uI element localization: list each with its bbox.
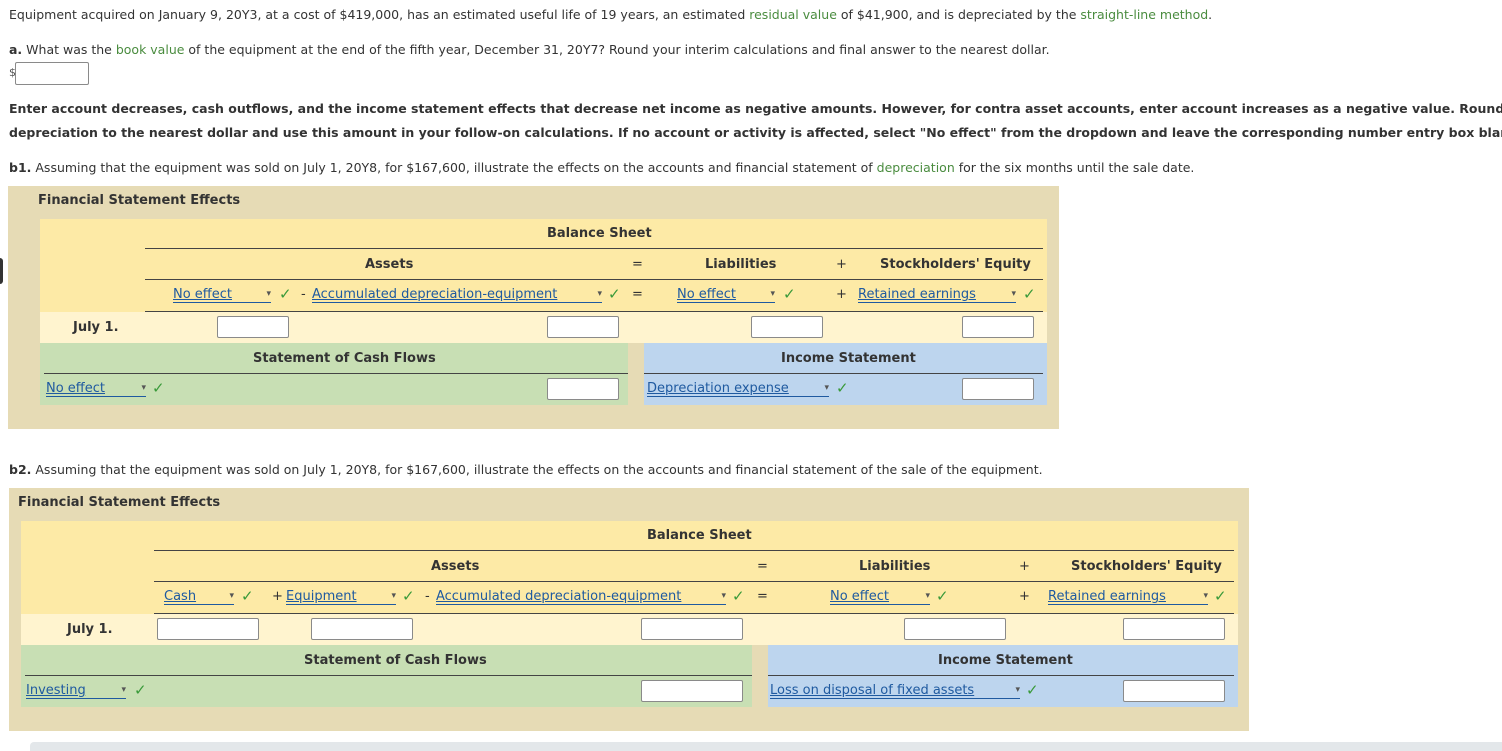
t2-eq-sign: = (757, 559, 768, 574)
t1-row-area (40, 312, 1047, 343)
t1-line (644, 373, 1043, 374)
t2-cash-select[interactable]: Investing ▾ (26, 683, 126, 699)
t2-income-input[interactable] (1123, 680, 1225, 702)
t1-cash-select[interactable]: No effect ▾ (46, 381, 146, 397)
t2-cash-input[interactable] (641, 680, 743, 702)
t1-assets-heading: Assets (365, 257, 414, 272)
intro-paragraph: Equipment acquired on January 9, 20Y3, a… (9, 7, 1213, 22)
t1-liab-input[interactable] (751, 316, 823, 338)
instructions-line1: Enter account decreases, cash outflows, … (9, 101, 1502, 116)
t2-is-heading: Income Statement (938, 653, 1073, 668)
question-b1: b1. Assuming that the equipment was sold… (9, 160, 1195, 175)
t1-equity-input[interactable] (962, 316, 1034, 338)
t1-balance-sheet-heading: Balance Sheet (547, 226, 652, 241)
t1-income-input[interactable] (962, 378, 1034, 400)
t1-income-select[interactable]: Depreciation expense ▾ (647, 381, 829, 397)
t1-row-label: July 1. (73, 320, 119, 335)
t1-eq-sign: = (632, 257, 643, 272)
t1-asset2-input[interactable] (547, 316, 619, 338)
check-icon: ✓ (279, 285, 292, 303)
t2-liabilities-heading: Liabilities (859, 559, 931, 574)
t2-asset3-input[interactable] (641, 618, 743, 640)
question-a: a. What was the book value of the equipm… (9, 42, 1050, 57)
fse-title-2: Financial Statement Effects (18, 495, 221, 510)
t1-eq-sign-2: = (632, 287, 643, 302)
instructions-line2: depreciation to the nearest dollar and u… (9, 125, 1502, 140)
t1-asset1-input[interactable] (217, 316, 289, 338)
t1-plus-sign: + (836, 257, 847, 272)
check-icon: ✓ (1026, 681, 1039, 699)
t1-equity-heading: Stockholders' Equity (880, 257, 1031, 272)
t1-scf-heading: Statement of Cash Flows (253, 351, 436, 366)
t1-plus-sign-2: + (836, 287, 847, 302)
t2-equity-input[interactable] (1123, 618, 1225, 640)
residual-value-link[interactable]: residual value (749, 7, 837, 22)
t1-minus-sign: - (301, 287, 306, 302)
t1-asset2-select[interactable]: Accumulated depreciation-equipment ▾ (312, 287, 602, 303)
check-icon: ✓ (936, 587, 949, 605)
t2-equity-heading: Stockholders' Equity (1071, 559, 1222, 574)
check-icon: ✓ (134, 681, 147, 699)
t2-line (154, 613, 1234, 614)
check-icon: ✓ (1023, 285, 1036, 303)
t2-asset2-select[interactable]: Equipment ▾ (286, 589, 396, 605)
t2-scf-heading: Statement of Cash Flows (304, 653, 487, 668)
t2-line (154, 550, 1234, 551)
t1-is-heading: Income Statement (781, 351, 916, 366)
straight-line-link[interactable]: straight-line method (1080, 7, 1208, 22)
t1-cash-input[interactable] (547, 378, 619, 400)
check-icon: ✓ (241, 587, 254, 605)
t1-line (44, 373, 628, 374)
book-value-link[interactable]: book value (116, 42, 185, 57)
t1-liab-select[interactable]: No effect ▾ (677, 287, 775, 303)
t2-income-select[interactable]: Loss on disposal of fixed assets ▾ (770, 683, 1020, 699)
check-icon: ✓ (732, 587, 745, 605)
check-icon: ✓ (152, 379, 165, 397)
t1-equity-select[interactable]: Retained earnings ▾ (858, 287, 1016, 303)
book-value-input[interactable] (15, 62, 89, 85)
check-icon: ✓ (783, 285, 796, 303)
t1-line (145, 248, 1043, 249)
t2-line (25, 675, 752, 676)
t1-line (145, 279, 1043, 280)
t2-liab-select[interactable]: No effect ▾ (830, 589, 930, 605)
t2-asset1-select[interactable]: Cash ▾ (164, 589, 234, 605)
t1-asset1-select[interactable]: No effect ▾ (173, 287, 271, 303)
t2-plus-sign-a: + (272, 589, 283, 604)
t2-asset3-select[interactable]: Accumulated depreciation-equipment ▾ (436, 589, 726, 605)
edge-marker (0, 258, 3, 284)
t2-equity-select[interactable]: Retained earnings ▾ (1048, 589, 1208, 605)
horizontal-scrollbar[interactable] (30, 742, 1502, 751)
t2-assets-heading: Assets (431, 559, 480, 574)
question-b2: b2. Assuming that the equipment was sold… (9, 462, 1043, 477)
t2-eq-sign-2: = (757, 589, 768, 604)
fse-title-1: Financial Statement Effects (38, 193, 241, 208)
check-icon: ✓ (608, 285, 621, 303)
t2-line (154, 581, 1234, 582)
t2-balance-sheet-heading: Balance Sheet (647, 528, 752, 543)
t1-liabilities-heading: Liabilities (705, 257, 777, 272)
t2-plus-sign-2: + (1019, 589, 1030, 604)
check-icon: ✓ (836, 379, 849, 397)
t2-plus-sign: + (1019, 559, 1030, 574)
check-icon: ✓ (402, 587, 415, 605)
t2-minus-sign: - (425, 589, 430, 604)
t2-liab-input[interactable] (904, 618, 1006, 640)
t2-line (768, 675, 1234, 676)
check-icon: ✓ (1214, 587, 1227, 605)
depreciation-link[interactable]: depreciation (877, 160, 955, 175)
t2-row-label: July 1. (67, 622, 113, 637)
t2-asset2-input[interactable] (311, 618, 413, 640)
t1-line (145, 311, 1043, 312)
t2-asset1-input[interactable] (157, 618, 259, 640)
